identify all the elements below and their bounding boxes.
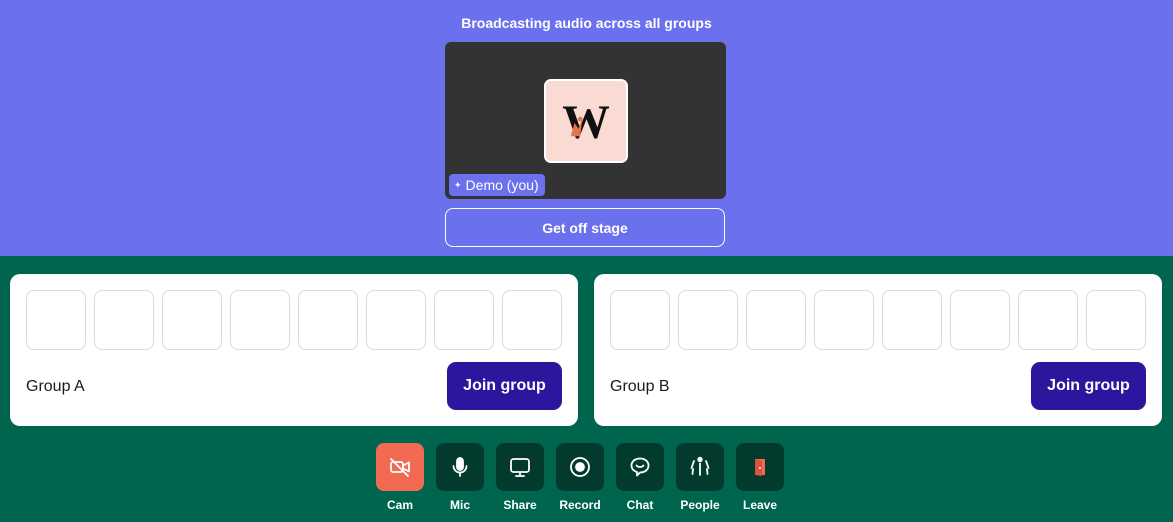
toolbar-label: Mic — [449, 498, 470, 512]
participant-slot — [230, 290, 290, 350]
toolbar-label: Record — [559, 498, 601, 512]
group-slots — [26, 290, 562, 350]
microphone-icon — [452, 457, 468, 477]
toolbar-item-mic: Mic — [436, 443, 484, 512]
toolbar-label: People — [680, 498, 720, 512]
participant-slot — [502, 290, 562, 350]
chat-button[interactable] — [616, 443, 664, 491]
w-logo-icon: W — [546, 81, 626, 161]
participant-slot — [610, 290, 670, 350]
participant-slot — [434, 290, 494, 350]
participant-slot — [1018, 290, 1078, 350]
group-name: Group B — [610, 378, 670, 395]
participant-slot — [814, 290, 874, 350]
participant-slot — [950, 290, 1010, 350]
people-icon — [690, 456, 710, 476]
participant-slot — [746, 290, 806, 350]
participant-name-tag: ✦ Demo (you) — [449, 174, 545, 196]
call-toolbar: Cam Mic Share Record Chat People Leave — [376, 443, 784, 512]
toolbar-item-share: Share — [496, 443, 544, 512]
toolbar-item-cam: Cam — [376, 443, 424, 512]
participant-slot — [26, 290, 86, 350]
share-button[interactable] — [496, 443, 544, 491]
screen-share-icon — [510, 458, 530, 477]
stage-area: Broadcasting audio across all groups W ✦… — [0, 0, 1173, 256]
group-card-b: Group B Join group — [594, 274, 1162, 426]
toolbar-item-record: Record — [556, 443, 604, 512]
toolbar-item-leave: Leave — [736, 443, 784, 512]
people-button[interactable] — [676, 443, 724, 491]
participant-video-tile: W ✦ Demo (you) — [445, 42, 726, 199]
participant-slot — [298, 290, 358, 350]
participant-slot — [366, 290, 426, 350]
group-name: Group A — [26, 378, 85, 395]
camera-off-icon — [390, 458, 410, 477]
record-button[interactable] — [556, 443, 604, 491]
stage-title: Broadcasting audio across all groups — [461, 15, 712, 31]
avatar: W — [544, 79, 628, 163]
toolbar-label: Leave — [742, 498, 778, 512]
participant-name: Demo (you) — [465, 177, 539, 193]
toolbar-item-chat: Chat — [616, 443, 664, 512]
svg-text:W: W — [562, 97, 610, 149]
toolbar-label: Chat — [626, 498, 654, 512]
participant-slot — [94, 290, 154, 350]
toolbar-item-people: People — [676, 443, 724, 512]
mic-button[interactable] — [436, 443, 484, 491]
chat-icon — [630, 457, 650, 477]
participant-slot — [678, 290, 738, 350]
sparkle-icon: ✦ — [454, 179, 462, 190]
group-slots — [610, 290, 1146, 350]
toolbar-label: Cam — [386, 498, 413, 512]
get-off-stage-button[interactable]: Get off stage — [445, 208, 725, 247]
toolbar-label: Share — [503, 498, 537, 512]
cam-button[interactable] — [376, 443, 424, 491]
join-group-button[interactable]: Join group — [447, 362, 562, 410]
group-card-a: Group A Join group — [10, 274, 578, 426]
participant-slot — [1086, 290, 1146, 350]
record-icon — [570, 457, 590, 477]
leave-door-icon — [755, 459, 765, 476]
participant-slot — [162, 290, 222, 350]
join-group-button[interactable]: Join group — [1031, 362, 1146, 410]
leave-button[interactable] — [736, 443, 784, 491]
participant-slot — [882, 290, 942, 350]
